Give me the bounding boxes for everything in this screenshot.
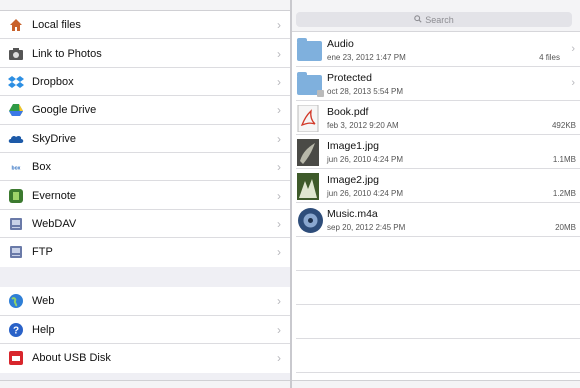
file-date: sep 20, 2012 2:45 PM [327, 223, 406, 232]
source-label: Evernote [32, 189, 77, 202]
photos-link-icon [8, 46, 24, 62]
source-label: Dropbox [32, 75, 74, 88]
search-input[interactable]: Search [296, 12, 572, 27]
protected-folder-icon [297, 71, 324, 98]
source-label: Local files [32, 19, 81, 32]
file-name: Music.m4a [327, 208, 378, 220]
source-link-to-photos[interactable]: Link to Photos › [0, 39, 290, 69]
image-thumb-icon [297, 139, 324, 166]
source-webdav[interactable]: WebDAV › [0, 210, 290, 239]
chevron-right-icon: › [571, 43, 575, 55]
search-placeholder: Search [425, 14, 454, 25]
help-icon: ? [8, 322, 24, 338]
more-web[interactable]: Web › [0, 287, 290, 316]
file-row-image2[interactable]: Image2.jpg jun 26, 2010 4:24 PM 1.2MB [292, 169, 580, 203]
source-ftp[interactable]: FTP › [0, 238, 290, 266]
more-label: Web [32, 295, 55, 308]
chevron-right-icon: › [277, 103, 281, 118]
file-name: Book.pdf [327, 106, 369, 118]
file-browser-pane: Search Audio ene 23, 2012 1:47 PM 4 file… [292, 0, 580, 388]
right-bottom-bar [292, 380, 580, 388]
folder-icon [297, 37, 324, 64]
file-date: oct 28, 2013 5:54 PM [327, 87, 404, 96]
source-skydrive[interactable]: SkyDrive › [0, 125, 290, 154]
file-date: feb 3, 2012 9:20 AM [327, 121, 399, 130]
more-list: Web › ? Help › About USB Disk › [0, 287, 290, 373]
source-label: Link to Photos [32, 47, 102, 60]
ftp-drive-icon [8, 244, 24, 260]
chevron-right-icon: › [277, 131, 281, 146]
file-size: 1.1MB [552, 155, 576, 164]
file-size: 20MB [555, 223, 576, 232]
webdav-drive-icon [8, 216, 24, 232]
search-bar: Search [292, 0, 580, 32]
more-label: Help [32, 323, 55, 336]
chevron-right-icon: › [277, 160, 281, 175]
file-name: Image1.jpg [327, 140, 379, 152]
empty-row-separator [296, 372, 580, 373]
sources-pane: Local files › Link to Photos › Dropbox ›… [0, 0, 290, 388]
file-row-protected[interactable]: Protected oct 28, 2013 5:54 PM › [292, 67, 580, 101]
chevron-right-icon: › [277, 294, 281, 309]
file-name: Image2.jpg [327, 174, 379, 186]
source-box[interactable]: box Box › [0, 153, 290, 182]
source-google-drive[interactable]: Google Drive › [0, 96, 290, 125]
more-help[interactable]: ? Help › [0, 316, 290, 345]
chevron-right-icon: › [277, 245, 281, 260]
file-name: Audio [327, 38, 354, 50]
svg-text:?: ? [13, 325, 19, 336]
file-size: 1.2MB [552, 189, 576, 198]
file-row-image1[interactable]: Image1.jpg jun 26, 2010 4:24 PM 1.1MB [292, 135, 580, 169]
usb-disk-icon [8, 350, 24, 366]
file-count: 4 files [539, 53, 560, 62]
file-row-music[interactable]: Music.m4a sep 20, 2012 2:45 PM 20MB [292, 203, 580, 237]
source-label: WebDAV [32, 217, 77, 230]
chevron-right-icon: › [277, 46, 281, 61]
file-row-book-pdf[interactable]: Book.pdf feb 3, 2012 9:20 AM 492KB [292, 101, 580, 135]
source-label: Google Drive [32, 104, 97, 117]
chevron-right-icon: › [277, 74, 281, 89]
file-date: jun 26, 2010 4:24 PM [327, 155, 404, 164]
file-date: jun 26, 2010 4:24 PM [327, 189, 404, 198]
source-label: Box [32, 161, 51, 174]
file-row-audio[interactable]: Audio ene 23, 2012 1:47 PM 4 files › [292, 33, 580, 67]
source-local-files[interactable]: Local files › [0, 11, 290, 40]
source-label: FTP [32, 246, 53, 259]
search-icon [414, 14, 422, 25]
chevron-right-icon: › [571, 77, 575, 89]
image-thumb-icon [297, 173, 324, 200]
left-bottom-bar [0, 380, 290, 388]
globe-icon [8, 293, 24, 309]
chevron-right-icon: › [277, 322, 281, 337]
empty-row-separator [296, 270, 580, 271]
home-icon [8, 17, 24, 33]
storage-sources-list: Local files › Link to Photos › Dropbox ›… [0, 11, 290, 267]
chevron-right-icon: › [277, 18, 281, 33]
chevron-right-icon: › [277, 351, 281, 366]
box-icon: box [8, 159, 24, 175]
pdf-icon [297, 104, 324, 133]
evernote-icon [8, 188, 24, 204]
svg-text:box: box [12, 166, 21, 172]
source-evernote[interactable]: Evernote › [0, 181, 290, 211]
more-label: About USB Disk [32, 352, 111, 365]
file-name: Protected [327, 72, 372, 84]
chevron-right-icon: › [277, 188, 281, 203]
source-dropbox[interactable]: Dropbox › [0, 68, 290, 97]
skydrive-icon [8, 131, 24, 147]
source-label: SkyDrive [32, 132, 77, 145]
google-drive-icon [8, 102, 24, 118]
empty-row-separator [296, 304, 580, 305]
more-about[interactable]: About USB Disk › [0, 344, 290, 373]
music-icon [297, 207, 324, 234]
chevron-right-icon: › [277, 216, 281, 231]
dropbox-icon [8, 74, 24, 90]
left-top-bar [0, 0, 290, 11]
empty-row-separator [296, 338, 580, 339]
file-size: 492KB [551, 121, 576, 130]
file-date: ene 23, 2012 1:47 PM [327, 53, 406, 62]
